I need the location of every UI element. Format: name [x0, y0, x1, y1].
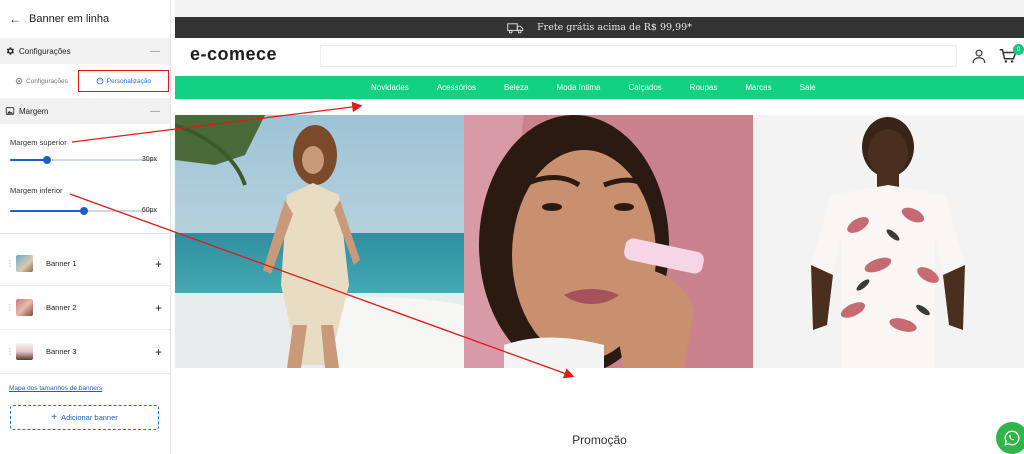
slider-thumb[interactable]	[79, 207, 88, 215]
preview-top-strip	[175, 0, 1024, 17]
whatsapp-button[interactable]	[996, 422, 1024, 454]
whatsapp-icon	[1004, 430, 1020, 446]
promo-bar: Frete grátis acima de R$ 99,99*	[175, 17, 1024, 38]
slider-fill	[10, 159, 47, 161]
expand-plus-icon[interactable]: +	[155, 301, 162, 315]
sidebar-title: Banner em linha	[29, 13, 110, 25]
banner-thumbnail	[16, 255, 33, 272]
margin-section-label: Margem	[19, 106, 49, 116]
margin-section-header[interactable]: Margem —	[0, 98, 170, 124]
tab-personalizacao[interactable]: Personalização	[77, 70, 169, 92]
banner-list-item[interactable]: ⋮⋮ Banner 2 +	[0, 286, 170, 330]
banner-row	[175, 115, 1024, 368]
search-input[interactable]	[320, 45, 957, 67]
banner-list-item[interactable]: ⋮⋮ Banner 3 +	[0, 330, 170, 374]
add-banner-label: Adicionar banner	[61, 413, 118, 422]
drag-handle-icon[interactable]: ⋮⋮	[6, 347, 21, 355]
drag-handle-icon[interactable]: ⋮⋮	[6, 259, 21, 267]
banner-photo-man-floral-shirt	[753, 115, 1024, 368]
banner-image-2[interactable]	[464, 115, 753, 368]
menu-item-acessorios[interactable]: Acessórios	[437, 83, 476, 92]
collapse-icon[interactable]: —	[150, 106, 160, 117]
menu-item-marcas[interactable]: Marcas	[745, 83, 771, 92]
banner-label: Banner 1	[46, 259, 77, 268]
banner-size-map-link[interactable]: Mapa dos tamanhos de banners	[9, 385, 102, 392]
menu-item-sale[interactable]: Sale	[800, 83, 816, 92]
menu-item-roupas[interactable]: Roupas	[690, 83, 718, 92]
tab-label: Personalização	[106, 77, 152, 85]
settings-tabs: Configurações Personalização	[0, 64, 170, 98]
banner-label: Banner 3	[46, 347, 77, 356]
config-section-label: Configurações	[19, 46, 71, 56]
expand-plus-icon[interactable]: +	[155, 345, 162, 359]
palette-icon	[96, 77, 104, 85]
banner-photo-lip-balm	[464, 115, 753, 368]
banner-thumbnail	[16, 299, 33, 316]
top-margin-value: 30px	[141, 156, 157, 163]
banner-image-1[interactable]	[175, 115, 464, 368]
sidebar-panel: ← Banner em linha Configurações — Config…	[0, 0, 171, 454]
section-title: Promoção	[572, 433, 627, 447]
banner-photo-beach-woman	[175, 115, 464, 368]
bottom-margin-slider[interactable]	[10, 207, 157, 215]
category-menu: Novidades Acessórios Beleza Moda íntima …	[175, 76, 1024, 99]
drag-handle-icon[interactable]: ⋮⋮	[6, 303, 21, 311]
gear-icon	[6, 47, 14, 55]
slider-thumb[interactable]	[42, 156, 51, 164]
add-banner-button[interactable]: + Adicionar banner	[10, 405, 159, 430]
banner-list-item[interactable]: ⋮⋮ Banner 1 +	[0, 242, 170, 286]
user-icon[interactable]	[972, 48, 986, 64]
menu-item-beleza[interactable]: Beleza	[504, 83, 528, 92]
image-icon	[5, 107, 15, 115]
menu-item-novidades[interactable]: Novidades	[371, 83, 409, 92]
cart-count-badge: 0	[1013, 44, 1024, 55]
tab-configuracoes[interactable]: Configurações	[3, 70, 75, 92]
store-logo[interactable]: e-comece	[190, 44, 277, 65]
menu-item-moda-intima[interactable]: Moda íntima	[556, 83, 600, 92]
plus-icon: +	[51, 412, 58, 423]
store-header: e-comece 0	[175, 38, 1024, 76]
tab-label: Configurações	[26, 77, 68, 85]
margin-settings: Margem superior 30px Margem inferior 60p…	[0, 124, 170, 234]
store-preview: Frete grátis acima de R$ 99,99* e-comece…	[175, 0, 1024, 454]
back-arrow-icon[interactable]: ←	[9, 12, 21, 26]
truck-icon	[507, 22, 524, 33]
top-margin-slider[interactable]	[10, 156, 157, 164]
top-margin-label: Margem superior	[10, 138, 67, 147]
banner-thumbnail	[16, 343, 33, 360]
bottom-margin-label: Margem inferior	[10, 186, 63, 195]
collapse-icon[interactable]: —	[150, 46, 160, 57]
sidebar-header: ← Banner em linha	[0, 0, 170, 38]
editor-root: ← Banner em linha Configurações — Config…	[0, 0, 1024, 454]
menu-item-calcados[interactable]: Calçados	[628, 83, 661, 92]
bottom-margin-value: 60px	[141, 207, 157, 214]
slider-fill	[10, 210, 84, 212]
expand-plus-icon[interactable]: +	[155, 257, 162, 271]
promo-text: Frete grátis acima de R$ 99,99*	[537, 22, 692, 33]
banner-image-3[interactable]	[753, 115, 1024, 368]
config-section-header[interactable]: Configurações —	[0, 38, 170, 64]
banner-label: Banner 2	[46, 303, 77, 312]
gear-icon	[15, 77, 23, 85]
